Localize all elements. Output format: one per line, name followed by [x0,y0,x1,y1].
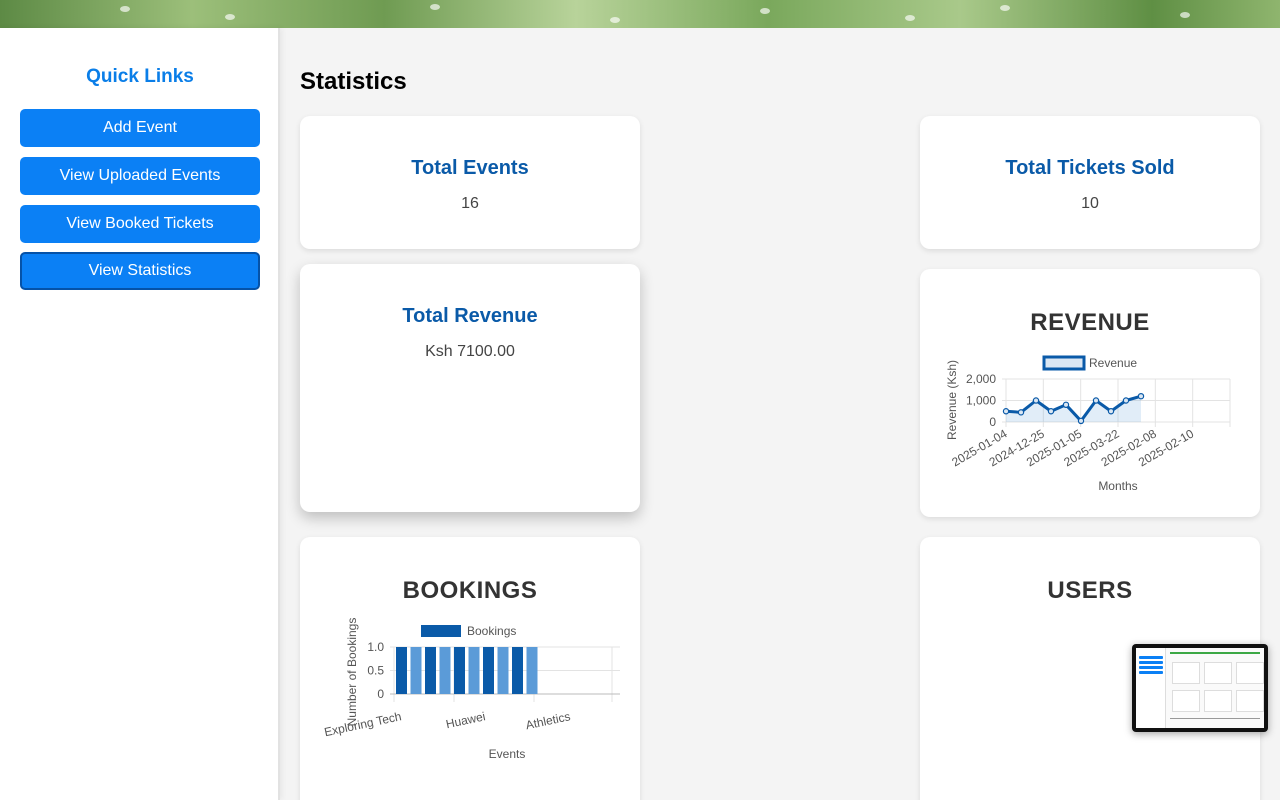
bookings-chart: Bookings 1.0 0.5 0 Exploring Tech Huawei Athle… [323,618,620,761]
bookings-legend-label: Bookings [467,624,516,638]
total-tickets-value: 10 [1081,195,1099,212]
revenue-point [1062,401,1070,408]
quick-links-heading: Quick Links [86,66,194,87]
bookings-bar [454,647,465,694]
bookings-bar [526,647,538,694]
bookings-y-tick: 0.5 [367,664,384,678]
bookings-bar [512,647,523,694]
header-banner-image [0,0,1280,28]
total-events-label: Total Events [411,157,529,179]
revenue-point [1002,408,1010,415]
total-tickets-card: Total Tickets Sold 10 [920,116,1260,249]
revenue-point [1092,397,1100,404]
view-statistics-button[interactable]: View Statistics [20,252,260,290]
bookings-x-tick: Athletics [524,709,571,732]
total-revenue-value: Ksh 7100.00 [425,343,515,360]
bookings-bar [425,647,436,694]
thumbnail-preview [1136,648,1264,728]
bookings-legend-swatch [421,625,461,637]
add-event-button[interactable]: Add Event [20,109,260,147]
bookings-bar [468,647,480,694]
revenue-chart: Revenue2,0001,00002025-01-042024-12-2520… [945,355,1231,493]
revenue-legend-label: Revenue [1089,356,1137,370]
bookings-x-axis-label: Events [489,747,526,761]
revenue-y-tick: 2,000 [966,372,996,386]
revenue-y-tick: 1,000 [966,394,996,408]
bookings-y-tick: 1.0 [367,640,384,654]
total-revenue-card: Total Revenue Ksh 7100.00 [300,264,640,512]
revenue-y-axis-label: Revenue (Ksh) [945,360,959,440]
bookings-bar [497,647,509,694]
screenshot-thumbnail[interactable] [1132,644,1268,732]
bookings-y-axis-label: Number of Bookings [345,618,359,727]
revenue-point [1032,397,1040,404]
bookings-chart-card: BOOKINGS Bookings 1.0 0.5 0 Exploring Tech Hu… [300,537,640,800]
view-uploaded-events-button[interactable]: View Uploaded Events [20,157,260,195]
bookings-bar [396,647,407,694]
revenue-point [1137,392,1145,400]
bookings-x-tick: Huawei [445,709,487,731]
total-events-value: 16 [461,195,479,212]
revenue-y-tick: 0 [989,415,996,429]
total-events-card: Total Events 16 [300,116,640,249]
revenue-x-axis-label: Months [1098,479,1137,493]
sidebar: Quick Links Add Event View Uploaded Even… [0,28,280,800]
total-revenue-label: Total Revenue [402,305,538,327]
page-title: Statistics [300,68,407,95]
bookings-x-tick: Exploring Tech [323,709,403,739]
view-booked-tickets-button[interactable]: View Booked Tickets [20,205,260,243]
revenue-chart-card: REVENUE Revenue 2,000 1,000 0 2025-01-04 2024… [920,269,1260,517]
users-chart-title: USERS [1047,577,1133,604]
revenue-point [1047,408,1055,415]
revenue-point [1122,397,1130,404]
total-tickets-label: Total Tickets Sold [1005,157,1175,179]
bookings-y-tick: 0 [377,687,384,701]
revenue-point [1017,409,1025,416]
revenue-legend-swatch [1042,355,1086,371]
bookings-bar [410,647,422,694]
bookings-bar [483,647,494,694]
bookings-bar [439,647,451,694]
revenue-point [1077,417,1085,425]
revenue-point [1107,408,1115,415]
